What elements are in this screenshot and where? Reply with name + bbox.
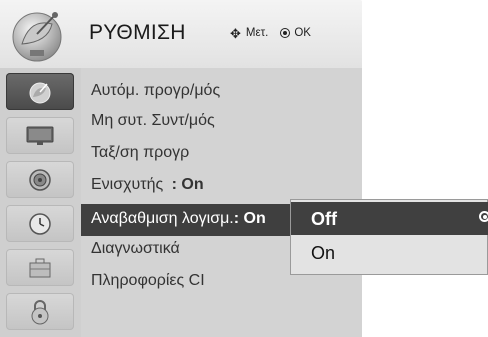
option-on[interactable]: On [291, 236, 488, 269]
hint-move-label: Μετ. [245, 27, 269, 39]
option-popup: Off On [290, 199, 488, 275]
option-label: On [311, 243, 336, 263]
menu-item-diagnostics[interactable]: Διαγνωστικά [91, 240, 180, 258]
sidebar-item-time[interactable] [6, 205, 74, 242]
menu-item-programme-edit[interactable]: Ταξ/ση προγρ [91, 144, 189, 162]
option-off[interactable]: Off [291, 202, 488, 235]
menu-item-booster[interactable]: Ενισχυτής : On [91, 176, 204, 194]
option-label: Off [311, 209, 337, 229]
menu-item-value: : On [233, 210, 266, 227]
menu-item-label: Πληροφορίες CI [91, 272, 205, 289]
navigation-hint: ✥ Μετ. OK [230, 25, 311, 41]
menu-item-label: Αυτόμ. προγρ/μός [91, 82, 221, 99]
menu-title: ΡΥΘΜΙΣΗ [89, 21, 186, 44]
menu-item-auto-tuning[interactable]: Αυτόμ. προγρ/μός [91, 82, 220, 100]
tv-monitor-icon [26, 126, 54, 145]
sidebar-item-options[interactable] [6, 249, 74, 286]
clock-icon [29, 212, 51, 235]
briefcase-icon [29, 258, 51, 277]
menu-item-label: Ενισχυτής [91, 176, 164, 193]
sidebar-item-lock[interactable] [6, 293, 74, 330]
speaker-icon [29, 168, 51, 191]
menu-item-label: Ταξ/ση προγρ [91, 144, 190, 161]
sidebar-item-setup[interactable] [6, 73, 74, 110]
satellite-dish-icon [29, 82, 51, 103]
move-arrows-icon: ✥ [230, 25, 241, 41]
menu-item-manual-tuning[interactable]: Μη συτ. Συντ/μός [91, 112, 215, 130]
menu-item-ci-information[interactable]: Πληροφορίες CI [91, 272, 205, 290]
hint-ok-label: OK [294, 27, 311, 39]
radio-selected-icon [479, 211, 488, 222]
menu-item-label: Μη συτ. Συντ/μός [91, 112, 215, 129]
ok-button-icon [280, 28, 291, 38]
menu-item-value: : On [171, 176, 204, 193]
menu-item-label: Διαγνωστικά [91, 240, 180, 257]
lock-icon [31, 299, 49, 324]
sidebar-item-picture[interactable] [6, 117, 74, 154]
satellite-dish-icon [12, 12, 62, 62]
menu-item-label: Αναβαθμιση λογισμ. [91, 210, 234, 227]
menu-header: ΡΥΘΜΙΣΗ ✥ Μετ. OK [0, 0, 362, 68]
category-sidebar [0, 68, 81, 337]
setup-menu: ΡΥΘΜΙΣΗ ✥ Μετ. OK Αυτόμ. προγρ/μός Μη συ… [0, 0, 488, 337]
sidebar-item-audio[interactable] [6, 161, 74, 198]
